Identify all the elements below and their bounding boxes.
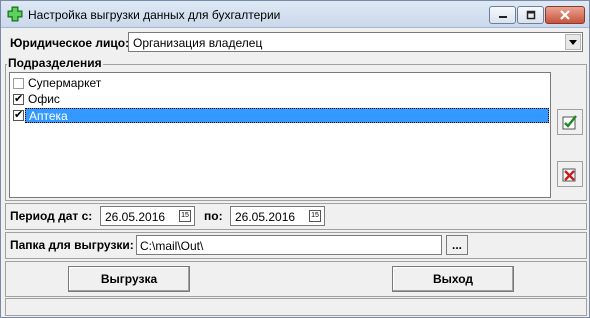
folder-label: Папка для выгрузки: <box>10 238 134 252</box>
entity-select-dropdown-button[interactable] <box>565 34 581 50</box>
folder-path-value: C:\mail\Out\ <box>140 239 204 253</box>
date-from-field[interactable]: 26.05.2016 15 <box>100 206 195 226</box>
calendar-icon[interactable]: 15 <box>309 210 321 222</box>
department-label: Офис <box>28 92 60 106</box>
close-icon <box>560 10 570 20</box>
export-button[interactable]: Выгрузка <box>68 266 190 292</box>
close-button[interactable] <box>545 6 585 24</box>
main-window: Настройка выгрузки данных для бухгалтери… <box>0 0 590 318</box>
folder-path-field[interactable]: C:\mail\Out\ <box>136 235 442 255</box>
status-bar <box>5 298 587 316</box>
green-cross-icon <box>7 6 23 22</box>
browse-button-label: ... <box>451 238 462 252</box>
department-checkbox[interactable]: ✔ <box>13 110 24 121</box>
exit-button-label: Выход <box>432 272 474 286</box>
check-all-icon <box>562 115 577 130</box>
maximize-icon <box>526 10 535 20</box>
date-from-value: 26.05.2016 <box>105 210 166 224</box>
exit-button[interactable]: Выход <box>392 266 514 292</box>
calendar-icon[interactable]: 15 <box>179 210 191 222</box>
entity-label: Юридическое лицо: <box>10 36 130 50</box>
list-item[interactable]: ✔ Офис <box>11 92 549 107</box>
department-checkbox[interactable]: ✔ <box>13 94 24 105</box>
uncheck-all-button[interactable] <box>557 161 583 187</box>
departments-list[interactable]: Супермаркет ✔ Офис ✔ Аптека <box>9 72 551 198</box>
chevron-down-icon <box>569 39 577 45</box>
department-checkbox[interactable] <box>13 78 24 89</box>
department-label: Аптека <box>29 109 68 123</box>
minimize-button[interactable] <box>489 6 516 24</box>
date-to-value: 26.05.2016 <box>235 210 296 224</box>
department-label: Супермаркет <box>28 76 102 90</box>
selected-row-highlight: Аптека <box>25 108 549 123</box>
list-item[interactable]: Супермаркет <box>11 76 549 91</box>
departments-title: Подразделения <box>7 56 103 70</box>
entity-select[interactable]: Организация владелец <box>128 32 583 52</box>
maximize-button[interactable] <box>517 6 544 24</box>
uncheck-all-icon <box>562 168 576 182</box>
window-title: Настройка выгрузки данных для бухгалтери… <box>28 8 281 22</box>
date-to-field[interactable]: 26.05.2016 15 <box>230 206 325 226</box>
title-bar[interactable]: Настройка выгрузки данных для бухгалтери… <box>1 1 589 28</box>
period-to-label: по: <box>204 209 223 223</box>
period-from-label: Период дат с: <box>10 209 93 223</box>
browse-folder-button[interactable]: ... <box>446 235 468 255</box>
entity-select-value: Организация владелец <box>133 36 263 50</box>
export-button-label: Выгрузка <box>100 272 158 286</box>
list-item[interactable]: ✔ Аптека <box>11 108 549 123</box>
minimize-icon <box>498 16 507 18</box>
check-all-button[interactable] <box>557 109 583 135</box>
